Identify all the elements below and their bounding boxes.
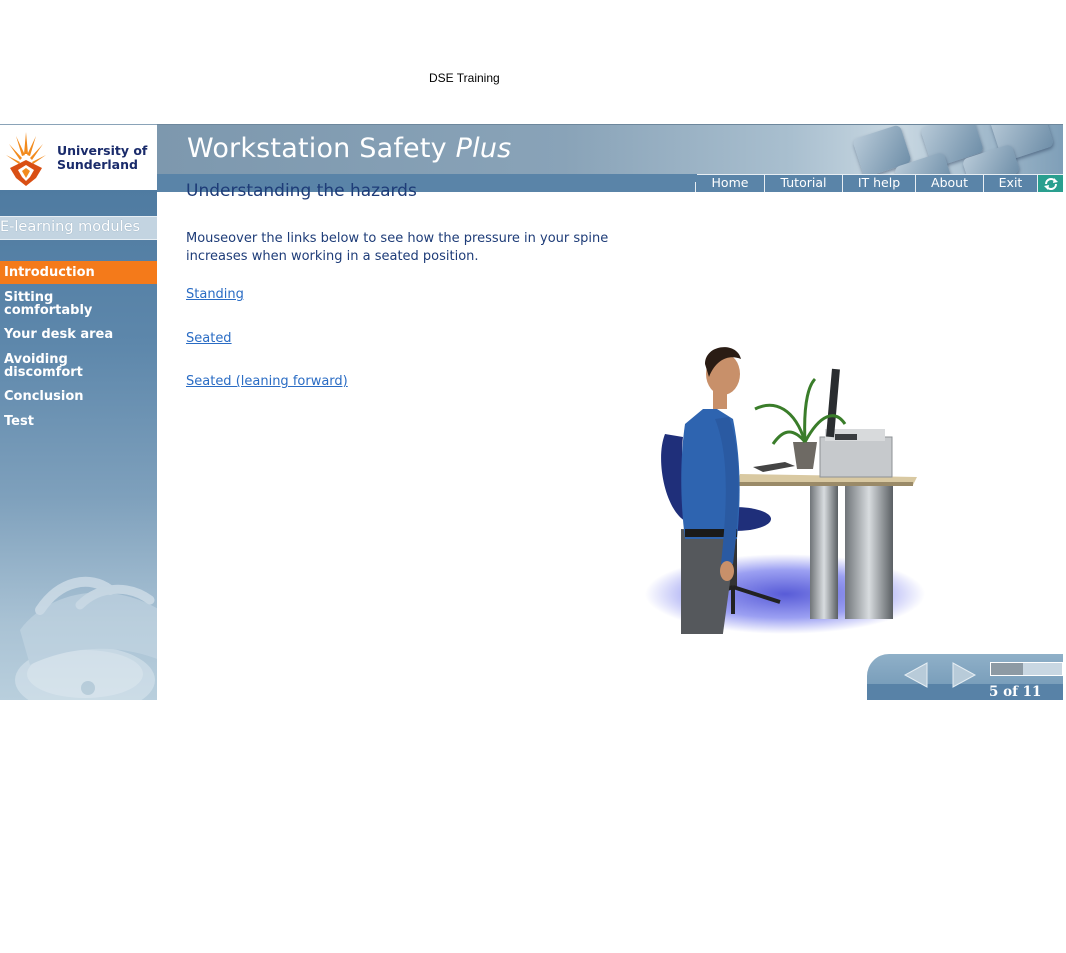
lesson-progress-fill xyxy=(991,663,1023,675)
refresh-icon xyxy=(1043,177,1058,190)
logo-line-1: University of xyxy=(57,143,148,158)
nav-exit-button[interactable]: Exit xyxy=(983,175,1037,192)
app-banner: Workstation Safety Plus xyxy=(157,124,1063,175)
nav-buttons: Home Tutorial IT help About Exit xyxy=(695,175,1063,192)
refresh-button[interactable] xyxy=(1037,175,1063,192)
intro-text: Mouseover the links below to see how the… xyxy=(186,231,609,264)
sidebar-header: E-learning modules xyxy=(0,216,157,240)
lesson-progress-bar xyxy=(990,662,1063,676)
hand-on-mouse-decoration xyxy=(15,576,157,700)
sidebar-item-label: Test xyxy=(4,414,34,429)
sidebar-item-avoiding-discomfort[interactable]: Avoiding discomfort xyxy=(0,352,157,384)
sidebar: E-learning modules Introduction Sitting … xyxy=(0,190,157,700)
sidebar-item-sitting-comfortably[interactable]: Sitting comfortably xyxy=(0,290,157,322)
sidebar-item-label: Your desk area xyxy=(4,327,114,342)
sidebar-item-label: Sitting comfortably xyxy=(4,290,93,318)
sidebar-item-introduction[interactable]: Introduction xyxy=(0,261,157,284)
previous-page-button[interactable] xyxy=(903,661,929,689)
nav-about-button[interactable]: About xyxy=(915,175,983,192)
standing-person-illustration xyxy=(645,347,925,634)
page-navigator: 5 of 11 xyxy=(867,654,1063,700)
university-logo: University of Sunderland xyxy=(0,124,157,191)
sidebar-header-label: E-learning modules xyxy=(0,219,141,235)
app-title-main: Workstation Safety xyxy=(187,133,447,164)
nav-it-help-button[interactable]: IT help xyxy=(842,175,915,192)
app-title: Workstation Safety Plus xyxy=(187,133,511,164)
sidebar-item-your-desk-area[interactable]: Your desk area xyxy=(0,327,157,345)
sunderland-logo-icon xyxy=(6,132,46,186)
nav-home-button[interactable]: Home xyxy=(695,175,764,192)
document-title: DSE Training xyxy=(429,71,500,85)
heading-overlap xyxy=(157,174,697,182)
seated-leaning-forward-link[interactable]: Seated (leaning forward) xyxy=(186,374,348,389)
sidebar-item-label: Avoiding discomfort xyxy=(4,352,83,380)
nav-tutorial-button[interactable]: Tutorial xyxy=(764,175,842,192)
sidebar-item-label: Conclusion xyxy=(4,389,84,404)
sidebar-item-label: Introduction xyxy=(4,265,95,280)
page-counter: 5 of 11 xyxy=(989,684,1042,700)
app-title-emphasis: Plus xyxy=(455,133,512,164)
logo-line-2: Sunderland xyxy=(57,157,138,172)
standing-link[interactable]: Standing xyxy=(186,287,244,302)
seated-link[interactable]: Seated xyxy=(186,331,232,346)
logo-text: University of Sunderland xyxy=(57,144,147,172)
page-heading: Understanding the hazards xyxy=(186,181,417,201)
sidebar-item-conclusion[interactable]: Conclusion xyxy=(0,389,157,407)
training-app: University of Sunderland Workstation Saf… xyxy=(0,124,1063,700)
next-page-button[interactable] xyxy=(951,661,977,689)
sidebar-item-test[interactable]: Test xyxy=(0,414,157,432)
